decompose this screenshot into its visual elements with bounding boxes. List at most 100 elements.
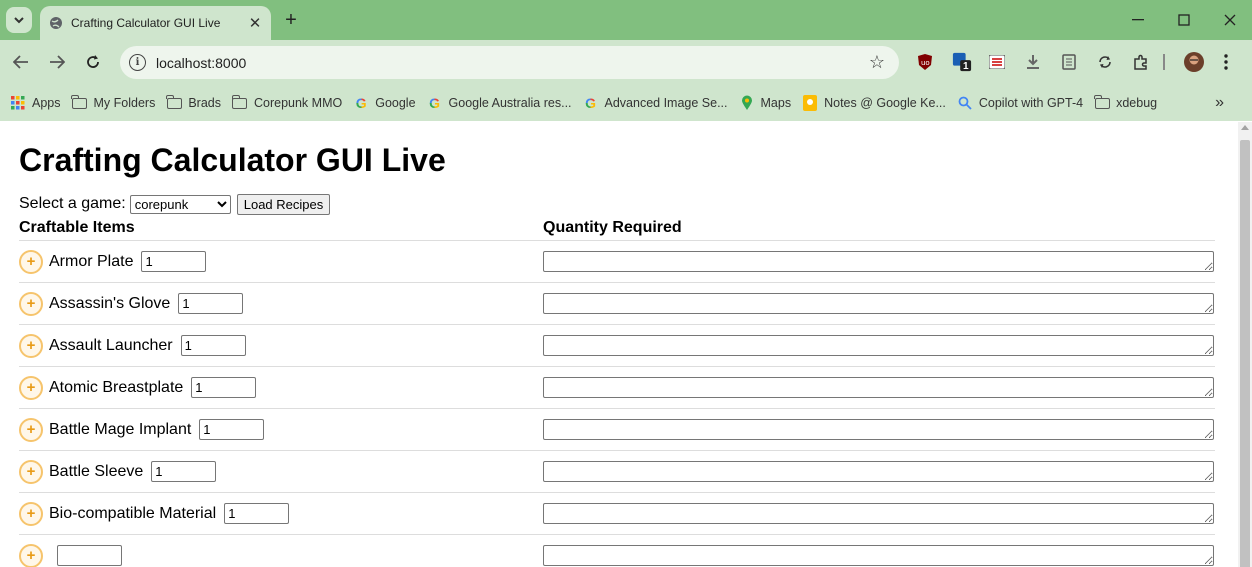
item-cell: + Battle Sleeve <box>19 459 543 484</box>
quantity-required-output[interactable] <box>543 503 1214 524</box>
quantity-required-output[interactable] <box>543 377 1214 398</box>
avatar[interactable] <box>1184 52 1204 72</box>
col-header-quantity: Quantity Required <box>543 218 682 236</box>
folder-icon <box>231 94 248 111</box>
forward-icon[interactable] <box>44 49 70 75</box>
page-title: Crafting Calculator GUI Live <box>19 142 446 178</box>
bookmarks-bar: Apps My Folders Brads Corepunk MMO G Google G G… <box>0 85 1252 121</box>
quantity-required-output[interactable] <box>543 461 1214 482</box>
star-icon[interactable]: ☆ <box>869 52 885 73</box>
expand-plus-button[interactable]: + <box>19 459 43 484</box>
col-header-items: Craftable Items <box>19 218 135 236</box>
quantity-input[interactable] <box>151 461 217 482</box>
apps-grid-icon <box>10 95 26 111</box>
bookmark-item[interactable]: Brads <box>166 94 221 111</box>
reload-icon[interactable] <box>80 49 106 75</box>
address-bar[interactable]: i localhost:8000 ☆ <box>120 46 899 79</box>
expand-plus-button[interactable]: + <box>19 333 43 358</box>
quantity-input[interactable] <box>141 251 207 272</box>
quantity-input[interactable] <box>178 293 244 314</box>
quantity-required-output[interactable] <box>543 419 1214 440</box>
quantity-required-output[interactable] <box>543 293 1214 314</box>
scroll-thumb[interactable] <box>1240 140 1250 567</box>
item-row: + Assassin's Glove <box>19 283 1215 325</box>
svg-text:uo: uo <box>921 59 930 67</box>
game-select-row: Select a game: corepunk Load Recipes <box>19 193 1238 215</box>
download-icon[interactable] <box>1023 52 1043 72</box>
extension-badge-icon[interactable]: 1 <box>952 52 972 72</box>
tab-strip: Crafting Calculator GUI Live ✕ + <box>0 0 1252 40</box>
bookmark-item[interactable]: Corepunk MMO <box>231 94 343 111</box>
extension-badge-count: 1 <box>963 61 969 72</box>
sync-icon[interactable] <box>1095 52 1115 72</box>
expand-plus-button[interactable]: + <box>19 375 43 400</box>
maps-pin-icon <box>739 95 755 111</box>
bookmark-label: Maps <box>760 96 792 110</box>
more-menu-icon[interactable] <box>1216 52 1236 72</box>
google-icon: G <box>429 95 440 111</box>
bookmark-item[interactable]: Apps <box>10 95 61 111</box>
close-icon[interactable]: ✕ <box>245 13 265 33</box>
scroll-up-arrow[interactable] <box>1241 125 1249 130</box>
bookmark-label: Copilot with GPT-4 <box>978 96 1084 110</box>
expand-plus-button[interactable]: + <box>19 501 43 526</box>
back-icon[interactable] <box>8 49 34 75</box>
ublock-icon[interactable]: uo <box>915 52 935 72</box>
folder-icon <box>71 94 88 111</box>
bookmark-label: Notes @ Google Ke... <box>824 96 946 110</box>
tab-active[interactable]: Crafting Calculator GUI Live ✕ <box>40 6 271 40</box>
item-row: + Assault Launcher <box>19 325 1215 367</box>
bookmark-item[interactable]: G Google <box>353 95 416 111</box>
scrollbar[interactable] <box>1238 122 1252 567</box>
quantity-input[interactable] <box>199 419 265 440</box>
bookmark-item[interactable]: My Folders <box>71 94 155 111</box>
bookmark-item[interactable]: G Advanced Image Se... <box>583 95 728 111</box>
bookmark-label: Corepunk MMO <box>253 96 343 110</box>
item-row: + Atomic Breastplate <box>19 367 1215 409</box>
tab-search-button[interactable] <box>6 7 32 33</box>
bookmark-item[interactable]: Maps <box>739 95 792 111</box>
bookmarks-overflow-button[interactable]: » <box>1215 94 1224 112</box>
window-close-icon[interactable] <box>1218 8 1242 32</box>
tab-title: Crafting Calculator GUI Live <box>71 16 221 30</box>
quantity-input[interactable] <box>57 545 122 566</box>
bookmark-item[interactable]: Notes @ Google Ke... <box>802 95 946 111</box>
load-recipes-button[interactable]: Load Recipes <box>236 193 331 215</box>
quantity-input[interactable] <box>191 377 257 398</box>
item-name: Battle Mage Implant <box>49 420 192 438</box>
expand-plus-button[interactable]: + <box>19 291 43 316</box>
site-info-icon[interactable]: i <box>129 54 146 71</box>
list-extension-icon[interactable] <box>987 52 1007 72</box>
bookmark-item[interactable]: Copilot with GPT-4 <box>957 95 1083 111</box>
minimize-icon[interactable] <box>1126 8 1150 32</box>
google-icon: G <box>585 95 596 111</box>
bookmark-label: Advanced Image Se... <box>604 96 728 110</box>
quantity-input[interactable] <box>180 335 246 356</box>
expand-plus-button[interactable]: + <box>19 543 43 567</box>
table-header: Craftable Items Quantity Required <box>19 215 1215 241</box>
browser-chrome: Crafting Calculator GUI Live ✕ + i local… <box>0 0 1252 121</box>
expand-plus-button[interactable]: + <box>19 417 43 442</box>
bookmark-item[interactable]: xdebug <box>1093 94 1157 111</box>
quantity-input[interactable] <box>224 503 290 524</box>
quantity-required-output[interactable] <box>543 545 1214 566</box>
reader-icon[interactable] <box>1059 52 1079 72</box>
item-name: Battle Sleeve <box>49 462 144 480</box>
puzzle-extensions-icon[interactable] <box>1131 52 1151 72</box>
bookmark-label: Google <box>375 96 416 110</box>
game-select[interactable]: corepunk <box>129 194 231 214</box>
item-cell: + Assassin's Glove <box>19 291 543 316</box>
bookmark-item[interactable]: G Google Australia res... <box>427 95 571 111</box>
item-cell: + Armor Plate <box>19 249 543 274</box>
expand-plus-button[interactable]: + <box>19 249 43 274</box>
game-select-label: Select a game: <box>19 195 126 212</box>
quantity-required-output[interactable] <box>543 251 1214 272</box>
bookmark-label: Apps <box>32 96 61 110</box>
google-icon: G <box>355 95 367 111</box>
item-name: Assassin's Glove <box>49 294 171 312</box>
maximize-icon[interactable] <box>1172 8 1196 32</box>
quantity-required-output[interactable] <box>543 335 1214 356</box>
item-cell: + <box>19 543 543 567</box>
new-tab-button[interactable]: + <box>280 9 302 31</box>
item-name: Atomic Breastplate <box>49 378 184 396</box>
